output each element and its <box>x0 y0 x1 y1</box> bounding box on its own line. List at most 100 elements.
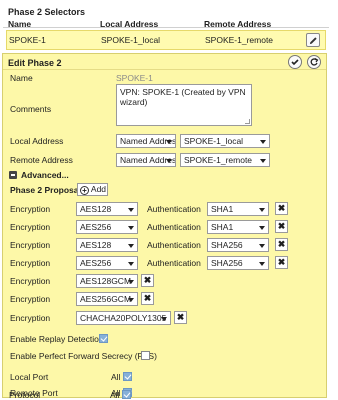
encryption-select[interactable]: AES128GCM <box>76 274 138 288</box>
replay-detection-checkbox[interactable] <box>99 334 108 343</box>
encryption-select[interactable]: AES256 <box>76 256 138 270</box>
table-header: Name Local Address Remote Address <box>3 18 329 29</box>
name-value: SPOKE-1 <box>116 73 153 83</box>
chevron-down-icon <box>259 208 265 212</box>
encryption-label: Encryption <box>10 258 51 268</box>
encryption-select[interactable]: CHACHA20POLY1305 <box>76 311 171 325</box>
add-proposal-button[interactable]: + Add <box>77 183 108 196</box>
authentication-value: SHA1 <box>211 204 234 214</box>
collapse-icon[interactable] <box>9 171 17 179</box>
add-label: Add <box>90 184 107 194</box>
close-icon: ✖ <box>143 275 152 285</box>
close-icon: ✖ <box>277 221 286 231</box>
col-remote-address: Remote Address <box>204 19 272 29</box>
revert-button[interactable] <box>307 55 321 69</box>
chevron-down-icon <box>166 159 172 163</box>
remove-proposal-button[interactable]: ✖ <box>275 220 288 233</box>
encryption-label: Encryption <box>10 276 51 286</box>
close-icon: ✖ <box>143 293 152 303</box>
row-remote: SPOKE-1_remote <box>205 35 274 45</box>
protocol-label: Protocol <box>9 390 41 400</box>
close-icon: ✖ <box>277 203 286 213</box>
confirm-button[interactable] <box>288 55 303 69</box>
authentication-select[interactable]: SHA1 <box>207 220 269 234</box>
col-local-address: Local Address <box>100 19 159 29</box>
encryption-select[interactable]: AES128 <box>76 238 138 252</box>
encryption-label: Encryption <box>10 240 51 250</box>
chevron-down-icon <box>259 244 265 248</box>
name-label: Name <box>10 73 33 83</box>
authentication-value: SHA1 <box>211 222 234 232</box>
pencil-icon <box>309 36 317 44</box>
remove-proposal-button[interactable]: ✖ <box>275 238 288 251</box>
advanced-toggle[interactable]: Advanced... <box>21 170 69 180</box>
edit-phase2-panel: Edit Phase 2 Name SPOKE-1 Comments VPN: … <box>2 53 327 398</box>
close-icon: ✖ <box>277 239 286 249</box>
remove-proposal-button[interactable]: ✖ <box>275 256 288 269</box>
authentication-select[interactable]: SHA256 <box>207 256 269 270</box>
chevron-down-icon <box>128 298 134 302</box>
encryption-value: AES128 <box>80 240 112 250</box>
chevron-down-icon <box>260 159 266 163</box>
phase2-selectors-table: Phase 2 Selectors Name Local Address Rem… <box>3 2 329 54</box>
chevron-down-icon <box>259 226 265 230</box>
chevron-down-icon <box>128 208 134 212</box>
row-local: SPOKE-1_local <box>101 35 161 45</box>
remove-proposal-button[interactable]: ✖ <box>275 202 288 215</box>
chevron-down-icon <box>128 226 134 230</box>
encryption-value: AES256 <box>80 258 112 268</box>
protocol-checkbox[interactable] <box>122 390 131 399</box>
protocol-value: All <box>110 390 120 400</box>
comments-text: VPN: SPOKE-1 (Created by VPN wizard) <box>120 87 246 107</box>
col-name: Name <box>8 19 32 29</box>
local-type-select[interactable]: Named Address <box>116 134 176 148</box>
pfs-checkbox[interactable] <box>141 351 150 360</box>
comments-field[interactable]: VPN: SPOKE-1 (Created by VPN wizard) <box>116 84 252 126</box>
resize-grip[interactable] <box>245 119 250 124</box>
pfs-label: Enable Perfect Forward Secrecy (PFS) <box>10 351 157 361</box>
proposal-label: Phase 2 Proposal <box>10 185 81 195</box>
encryption-value: AES256GCM <box>80 294 132 304</box>
remove-proposal-button[interactable]: ✖ <box>174 311 187 324</box>
encryption-value: AES256 <box>80 222 112 232</box>
table-row[interactable]: SPOKE-1 SPOKE-1_local SPOKE-1_remote <box>6 30 326 50</box>
authentication-select[interactable]: SHA1 <box>207 202 269 216</box>
divider <box>3 69 326 70</box>
plus-circle-icon: + <box>80 186 89 195</box>
authentication-label: Authentication <box>147 240 201 250</box>
encryption-select[interactable]: AES128 <box>76 202 138 216</box>
authentication-value: SHA256 <box>211 240 243 250</box>
remove-proposal-button[interactable]: ✖ <box>141 292 154 305</box>
local-port-checkbox[interactable] <box>123 372 132 381</box>
encryption-label: Encryption <box>10 313 51 323</box>
authentication-select[interactable]: SHA256 <box>207 238 269 252</box>
remote-type-select[interactable]: Named Address <box>116 153 176 167</box>
chevron-down-icon <box>128 280 134 284</box>
authentication-label: Authentication <box>147 258 201 268</box>
authentication-label: Authentication <box>147 204 201 214</box>
encryption-select[interactable]: AES256GCM <box>76 292 138 306</box>
chevron-down-icon <box>259 262 265 266</box>
edit-row-button[interactable] <box>306 33 320 47</box>
encryption-select[interactable]: AES256 <box>76 220 138 234</box>
edit-title: Edit Phase 2 <box>8 58 62 68</box>
chevron-down-icon <box>128 244 134 248</box>
comments-label: Comments <box>10 104 52 114</box>
remote-address-value: SPOKE-1_remote <box>184 155 253 165</box>
chevron-down-icon <box>161 317 167 321</box>
local-address-select[interactable]: SPOKE-1_local <box>180 134 270 148</box>
encryption-value: CHACHA20POLY1305 <box>80 313 167 323</box>
selectors-title: Phase 2 Selectors <box>8 7 86 17</box>
remove-proposal-button[interactable]: ✖ <box>141 274 154 287</box>
local-port-value: All <box>111 372 121 382</box>
remote-address-select[interactable]: SPOKE-1_remote <box>180 153 270 167</box>
authentication-label: Authentication <box>147 222 201 232</box>
undo-icon <box>310 57 319 66</box>
remote-address-label: Remote Address <box>10 155 73 165</box>
row-name: SPOKE-1 <box>9 35 46 45</box>
panel-actions <box>286 55 321 69</box>
encryption-label: Encryption <box>10 222 51 232</box>
encryption-label: Encryption <box>10 294 51 304</box>
local-address-label: Local Address <box>10 136 64 146</box>
close-icon: ✖ <box>176 312 185 322</box>
